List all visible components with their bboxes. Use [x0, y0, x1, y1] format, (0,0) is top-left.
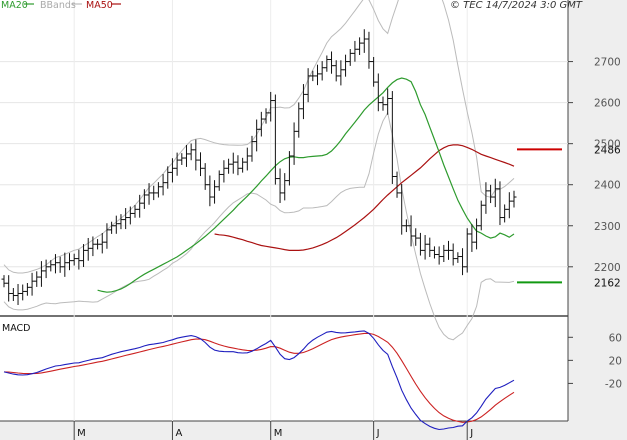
price-tick-label: 2200 — [594, 262, 621, 274]
month-label: J — [469, 428, 473, 439]
macd-panel: 60 20 -20 — [3, 330, 622, 431]
month-label: M — [274, 428, 283, 439]
price-tick-label: 2500 — [594, 139, 621, 151]
price-tick-label: 2400 — [594, 180, 621, 192]
macd-line — [3, 330, 515, 431]
legend-bbands: BBands — [40, 0, 76, 11]
month-label: A — [175, 428, 182, 439]
chart-stage: 2486 2162 2200 2300 2400 2500 2600 2700 60 20 -2… — [0, 0, 627, 440]
macd-tick-label: 60 — [609, 332, 622, 344]
price-tick-label: 2300 — [594, 221, 621, 233]
month-label: M — [77, 428, 86, 439]
legend-ma20: MA20 — [1, 0, 28, 11]
support-label: 2162 — [594, 277, 621, 289]
macd-label: MACD — [2, 323, 30, 334]
macd-signal-line — [3, 332, 515, 423]
price-tick-label: 2700 — [594, 57, 621, 69]
month-label: J — [376, 428, 380, 439]
price-tick-label: 2600 — [594, 98, 621, 110]
macd-tick-label: -20 — [605, 378, 622, 390]
copyright-stamp: © TEC 14/7/2024 3:0 GMT — [450, 0, 583, 11]
macd-tick-label: 20 — [609, 355, 622, 367]
stock-chart: 24862162 220023002400250026002700 6020-2… — [0, 0, 627, 440]
legend-ma50: MA50 — [86, 0, 113, 11]
legend: MA20 BBands MA50 — [1, 0, 121, 11]
